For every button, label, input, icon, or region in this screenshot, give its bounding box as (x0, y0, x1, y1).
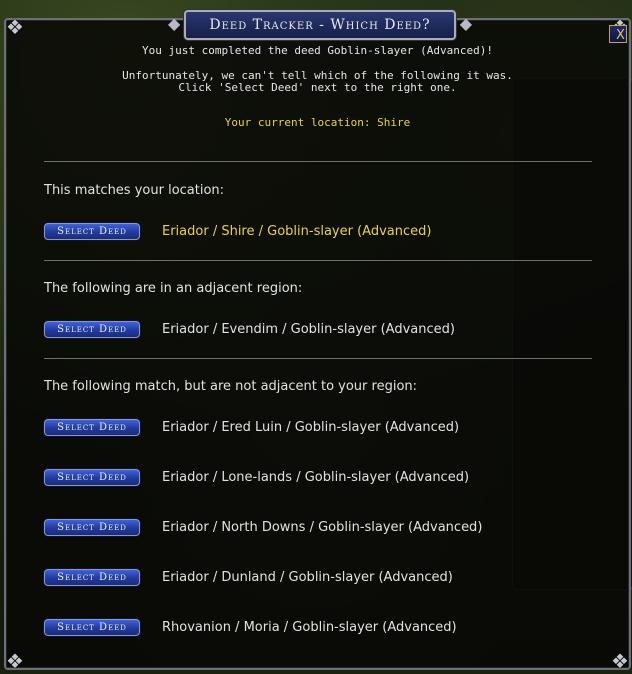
deed-name: Rhovanion / Moria / Goblin-slayer (Advan… (162, 619, 457, 635)
list-item: Select Deed Eriador / Ered Luin / Goblin… (44, 417, 459, 437)
select-deed-button[interactable]: Select Deed (44, 320, 140, 338)
title-bar[interactable]: ◆ Deed Tracker - Which Deed? ◆ (168, 10, 472, 40)
list-item: Select Deed Eriador / Shire / Goblin-sla… (44, 221, 431, 241)
deed-name: Eriador / Ered Luin / Goblin-slayer (Adv… (162, 419, 460, 435)
select-deed-button[interactable]: Select Deed (44, 418, 140, 436)
dialog-title: Deed Tracker - Which Deed? (209, 17, 431, 33)
divider (44, 161, 592, 162)
corner-ornament-icon: ❖ (6, 649, 24, 673)
instruction-message: Click 'Select Deed' next to the right on… (178, 81, 457, 94)
divider (44, 260, 592, 261)
deed-name: Eriador / Lone-lands / Goblin-slayer (Ad… (162, 469, 470, 485)
select-deed-button[interactable]: Select Deed (44, 222, 140, 240)
deed-name: Eriador / Dunland / Goblin-slayer (Advan… (162, 569, 453, 585)
select-deed-button[interactable]: Select Deed (44, 518, 140, 536)
divider (44, 358, 592, 359)
list-item: Select Deed Rhovanion / Moria / Goblin-s… (44, 617, 457, 637)
list-item: Select Deed Eriador / Lone-lands / Gobli… (44, 467, 469, 487)
deed-name: Eriador / Evendim / Goblin-slayer (Advan… (162, 321, 455, 337)
current-location: Your current location: Shire (224, 116, 411, 129)
corner-ornament-icon: ❖ (6, 15, 24, 39)
section-label-adjacent: The following are in an adjacent region: (44, 281, 303, 296)
select-deed-button[interactable]: Select Deed (44, 568, 140, 586)
corner-ornament-icon: ❖ (611, 649, 629, 673)
title-wing-icon: ◆ (459, 14, 472, 33)
deed-tracker-dialog: ❖ ❖ ❖ ❖ ◆ Deed Tracker - Which Deed? ◆ X… (4, 10, 631, 673)
list-item: Select Deed Eriador / Evendim / Goblin-s… (44, 319, 455, 339)
select-deed-button[interactable]: Select Deed (44, 468, 140, 486)
list-item: Select Deed Eriador / Dunland / Goblin-s… (44, 567, 453, 587)
deed-name: Eriador / North Downs / Goblin-slayer (A… (162, 519, 483, 535)
section-label-other: The following match, but are not adjacen… (44, 379, 418, 394)
list-item: Select Deed Eriador / North Downs / Gobl… (44, 517, 482, 537)
title-wing-icon: ◆ (168, 14, 181, 33)
completion-message: You just completed the deed Goblin-slaye… (142, 44, 493, 57)
close-button[interactable]: X (609, 25, 627, 43)
deed-name: Eriador / Shire / Goblin-slayer (Advance… (162, 223, 432, 239)
section-label-match: This matches your location: (44, 183, 225, 198)
select-deed-button[interactable]: Select Deed (44, 618, 140, 636)
